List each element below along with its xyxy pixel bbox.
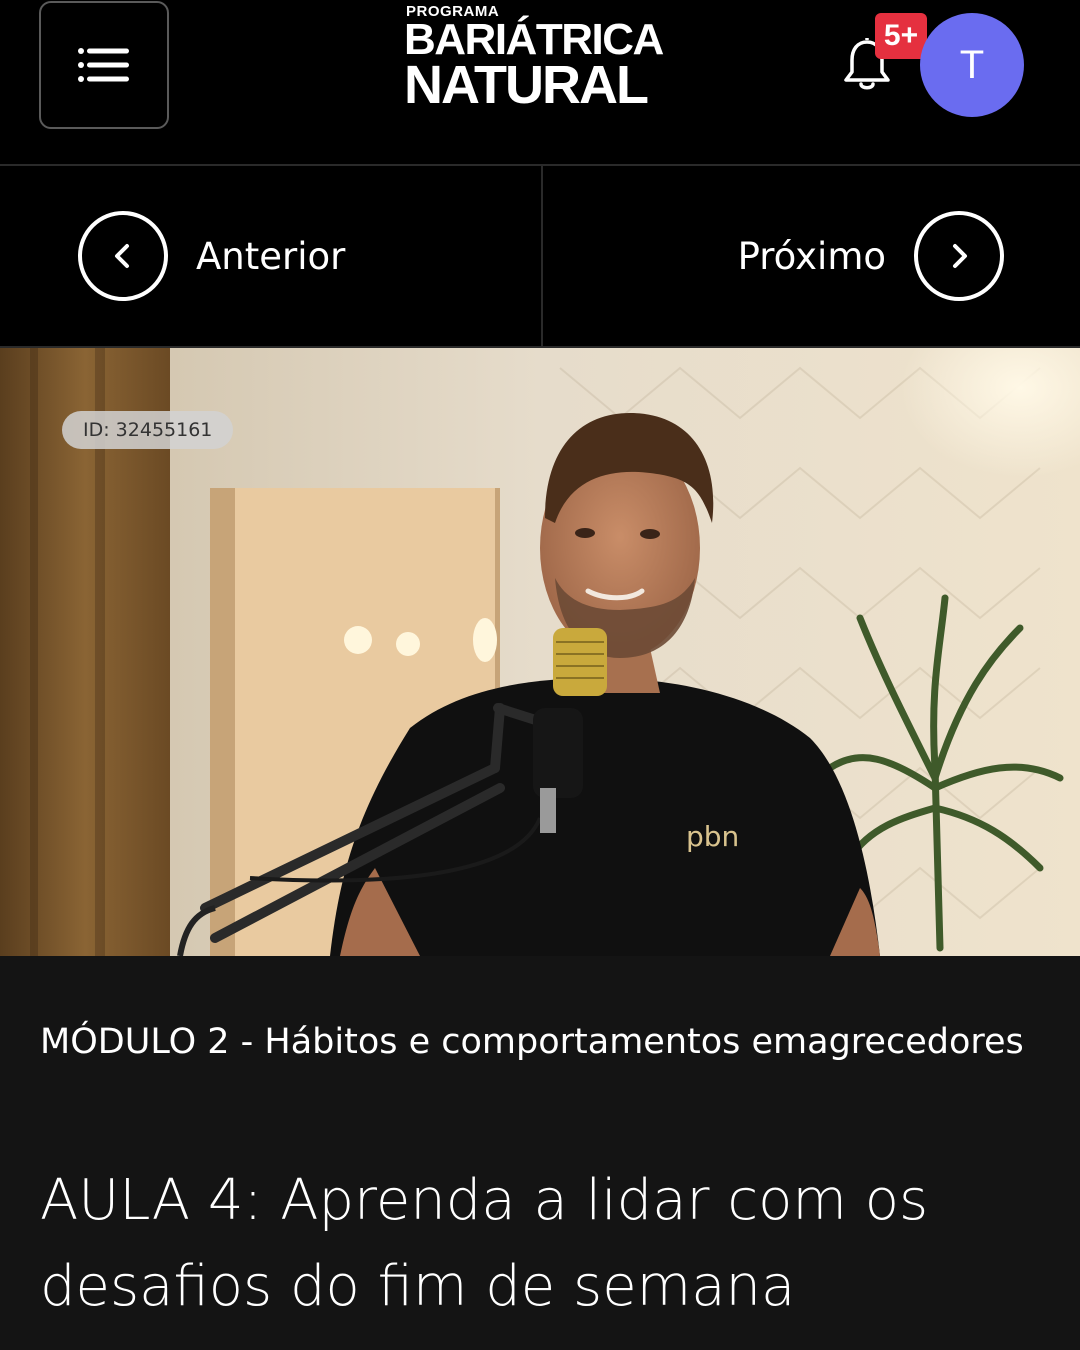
previous-lesson-button[interactable]: Anterior [78, 166, 345, 346]
next-label: Próximo [737, 234, 886, 278]
menu-icon [78, 48, 129, 82]
notification-badge: 5+ [875, 13, 927, 59]
chevron-right-icon [953, 244, 967, 268]
user-avatar[interactable]: T [920, 13, 1024, 117]
module-title: MÓDULO 2 - Hábitos e comportamentos emag… [40, 1022, 1024, 1062]
chevron-left-icon [115, 244, 129, 268]
nav-divider [541, 166, 543, 346]
next-circle [914, 211, 1004, 301]
previous-circle [78, 211, 168, 301]
logo-line-1: BARIÁTRICA [404, 15, 664, 64]
lesson-title: AULA 4: Aprenda a lidar com os desafios … [40, 1168, 929, 1319]
video-id-badge: ID: 32455161 [62, 411, 234, 449]
logo-line-2: NATURAL [404, 55, 649, 115]
app-header: PROGRAMA BARIÁTRICA NATURAL 5+ T [0, 0, 1080, 166]
menu-button[interactable] [39, 1, 169, 129]
brand-logo[interactable]: PROGRAMA BARIÁTRICA NATURAL [404, 4, 684, 115]
lesson-navigation: Anterior Próximo [0, 166, 1080, 348]
previous-label: Anterior [196, 234, 346, 278]
shirt-logo-text: pbn [686, 820, 739, 853]
next-lesson-button[interactable]: Próximo [738, 166, 1004, 346]
